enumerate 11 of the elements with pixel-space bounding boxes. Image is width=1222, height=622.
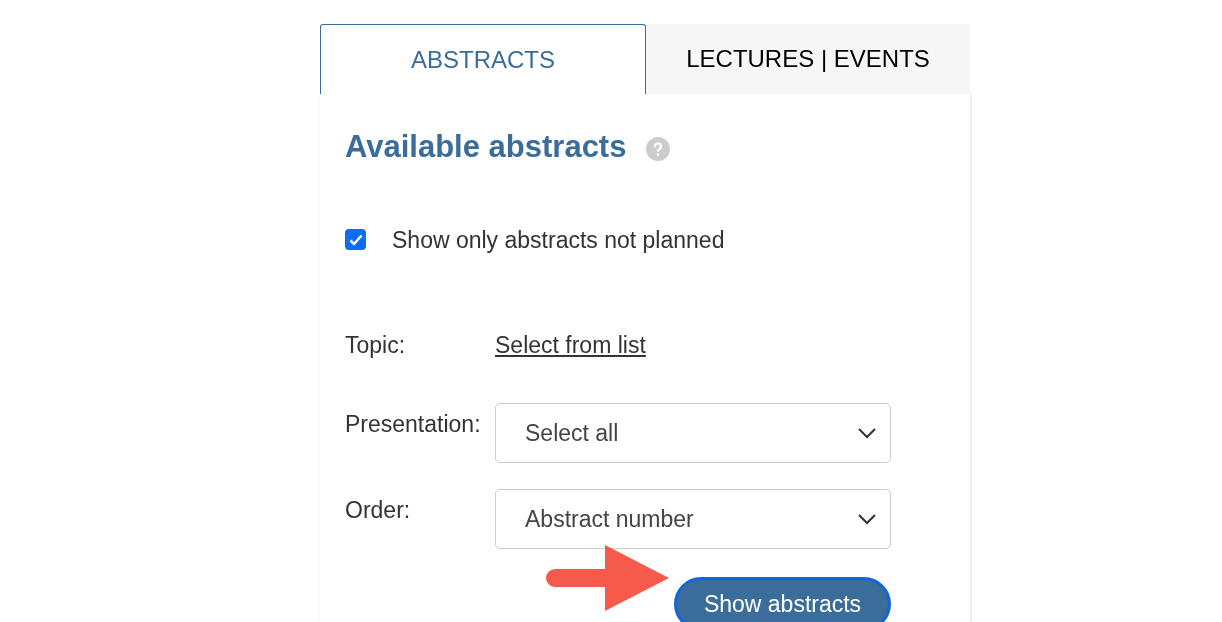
checkbox-label: Show only abstracts not planned [392, 225, 725, 255]
tab[interactable]: LECTURES | EVENTS [646, 24, 970, 94]
dropdown-select[interactable]: Select all [495, 403, 891, 463]
dropdown-select[interactable]: Abstract number [495, 489, 891, 549]
select-from-list-link[interactable]: Select from list [495, 327, 646, 363]
show-abstracts-button[interactable]: Show abstracts [674, 577, 891, 622]
tab[interactable]: ABSTRACTS [320, 24, 646, 94]
panel-title: Available abstracts [345, 128, 627, 166]
field-label: Presentation: [345, 410, 482, 439]
field-label: Topic: [345, 330, 407, 360]
field-label: Order: [345, 496, 412, 525]
